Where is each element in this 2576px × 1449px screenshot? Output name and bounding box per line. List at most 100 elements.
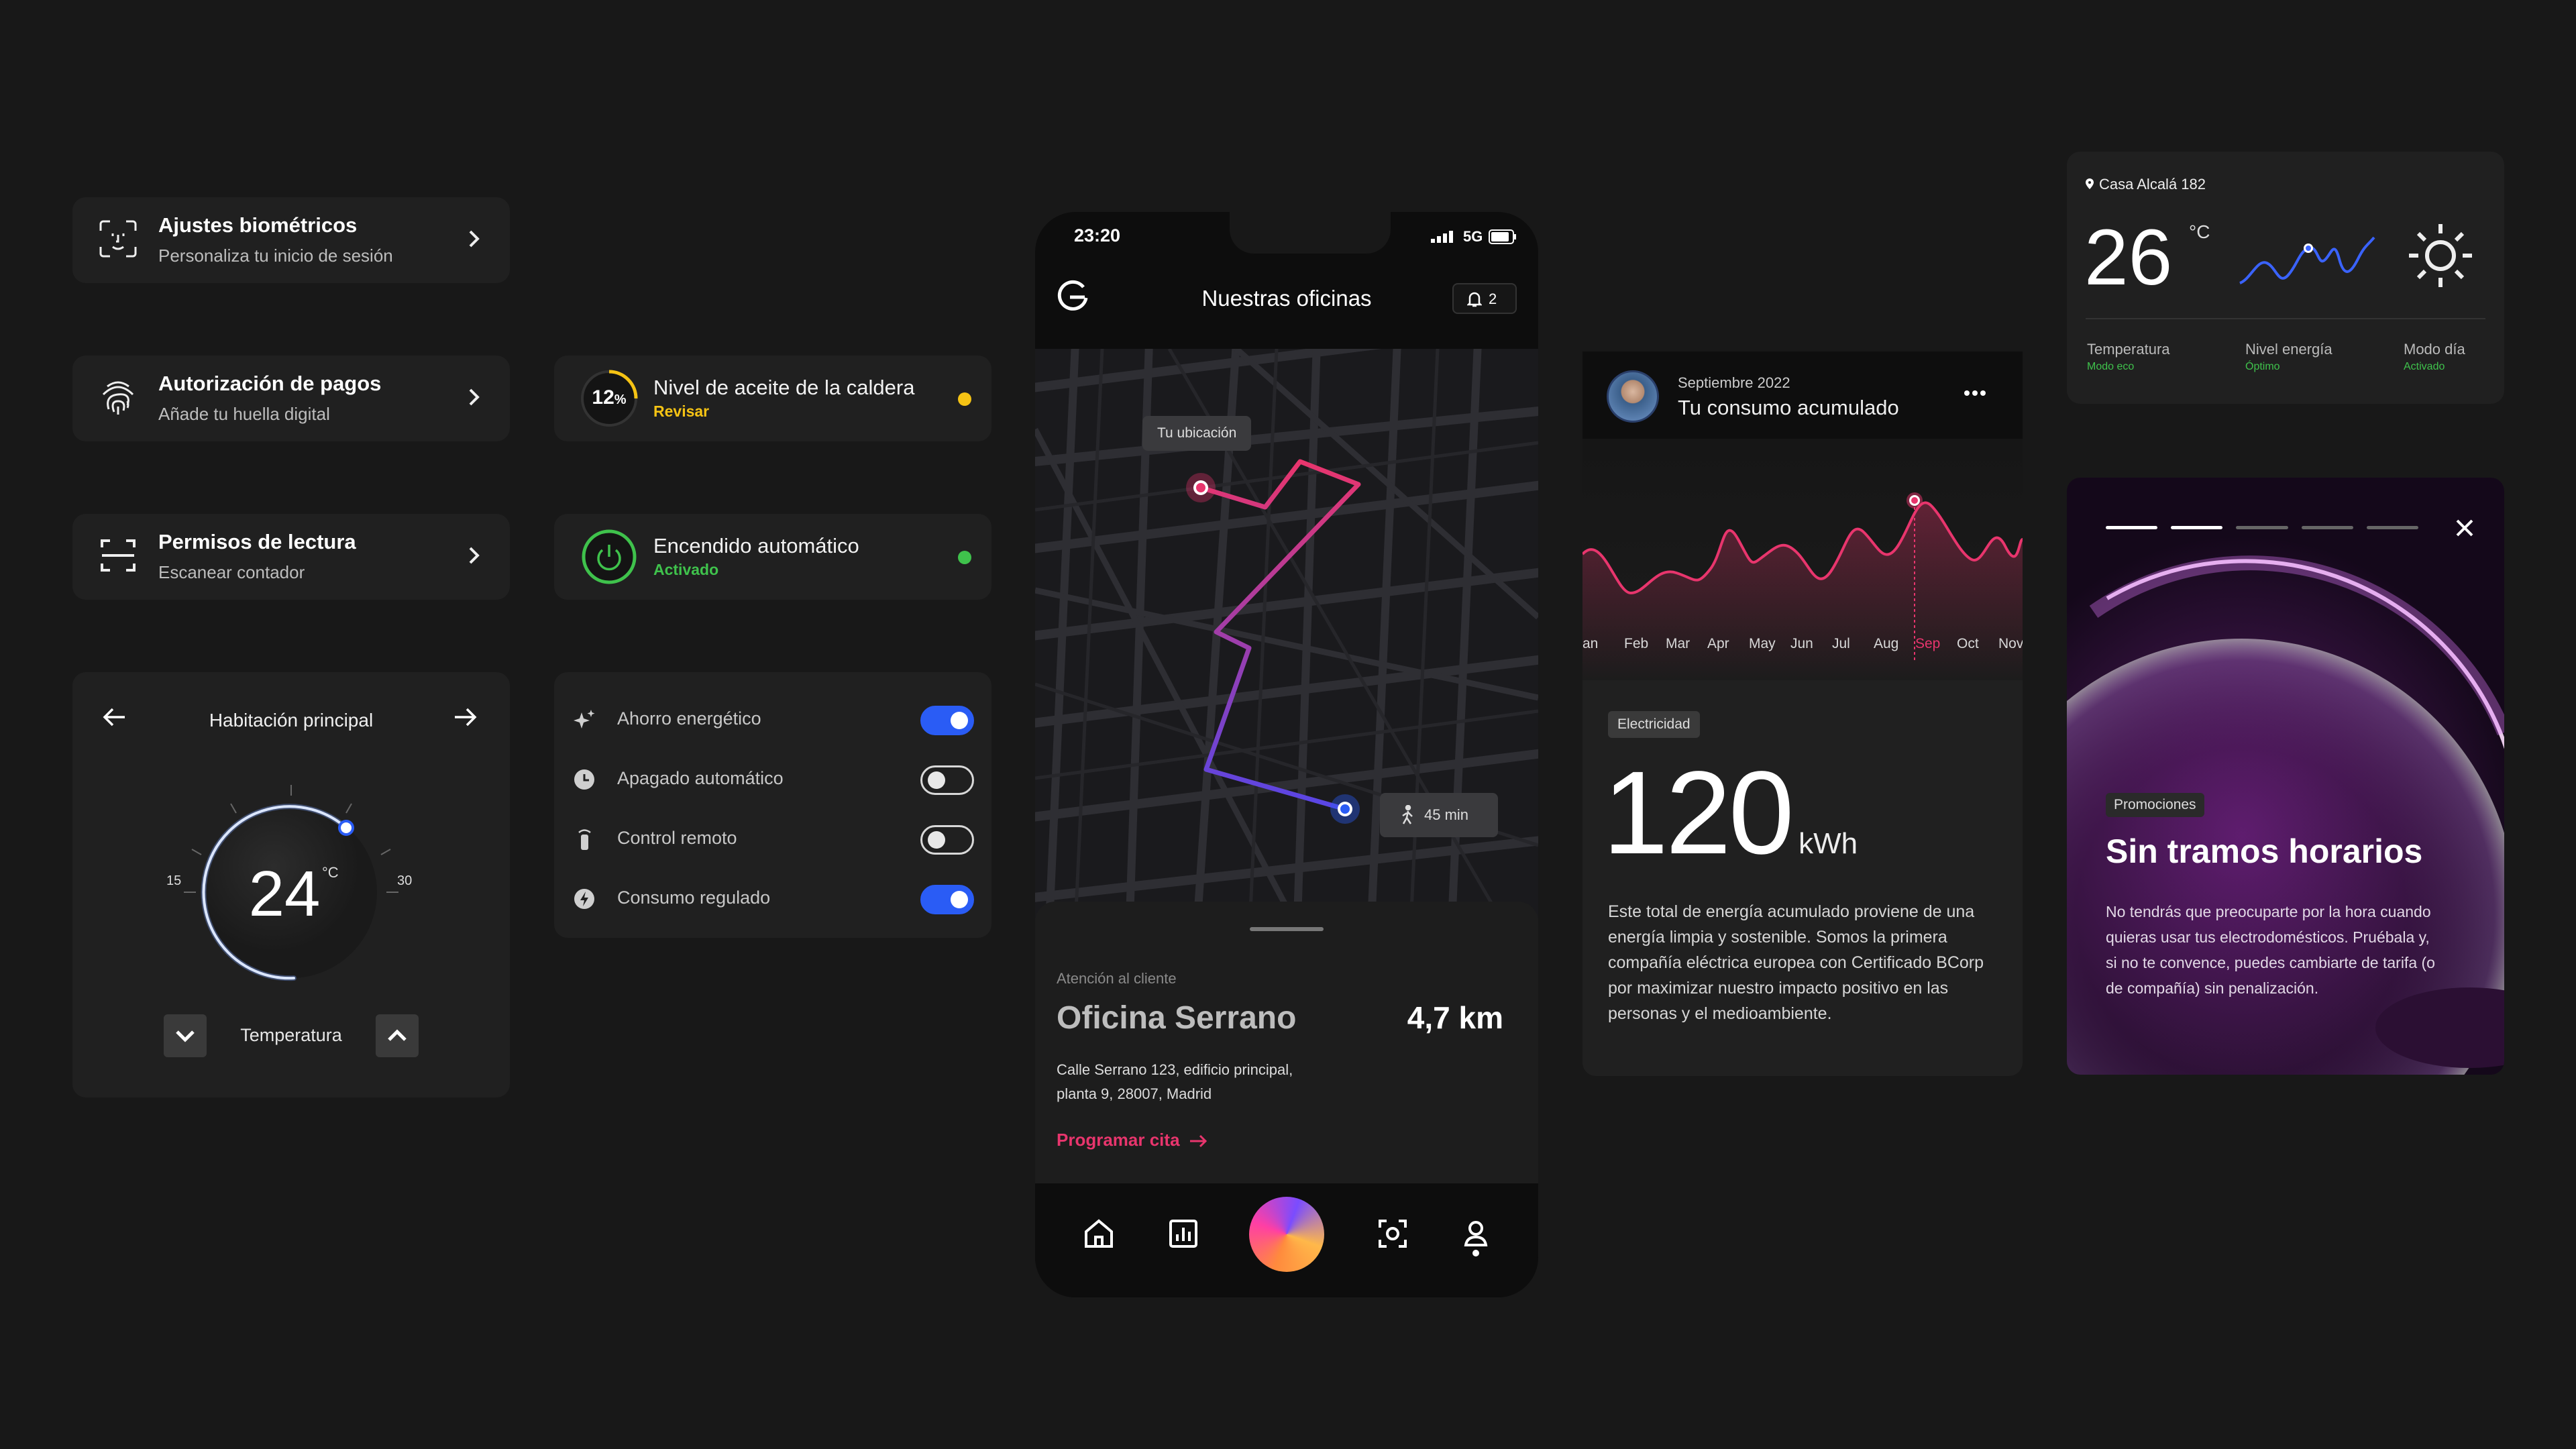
settings-item-subtitle: Escanear contador [158,562,305,582]
room-title: Habitación principal [209,710,374,731]
toggle-switch[interactable] [920,765,974,795]
story-progress-segment [2366,526,2418,529]
eta-value: 45 min [1424,806,1469,823]
weather-stat-value: Modo eco [2087,361,2135,372]
sparkle-icon [573,708,596,731]
bolt-icon [573,888,596,910]
schedule-appointment-link[interactable]: Programar cita [1057,1130,1209,1150]
status-time: 23:20 [1074,225,1121,246]
thermostat-card: Habitación principal 24 °C 15 30 Tempera… [72,672,510,1097]
tab-home[interactable] [1075,1210,1122,1257]
tab-stats[interactable] [1160,1210,1207,1257]
map[interactable]: Tu ubicación 45 min [1035,349,1538,926]
toggle-switch[interactable] [920,885,974,914]
tab-scan[interactable] [1369,1210,1416,1257]
month-label[interactable]: Aug [1874,636,1898,652]
month-label[interactable]: Mar [1666,636,1690,652]
chevron-right-icon [466,385,483,409]
toggle-label: Apagado automático [617,768,784,788]
pin-icon [2086,178,2094,189]
avatar[interactable] [1607,370,1659,423]
thermostat-label: Temperatura [240,1025,342,1045]
status-dot-green [958,551,971,564]
user-icon [1464,1221,1488,1256]
oil-level-value: 12 [592,386,614,409]
promo-card[interactable]: Promociones Sin tramos horarios No tendr… [2067,478,2504,1075]
oil-level-unit: % [614,392,627,407]
toggle-switch[interactable] [920,825,974,855]
link-label: Programar cita [1057,1130,1180,1150]
story-progress-segment [2171,526,2223,529]
notifications-button[interactable]: 2 [1452,283,1517,314]
settings-item-title: Permisos de lectura [158,530,356,553]
status-auto-on[interactable]: Encendido automático Activado [554,514,991,600]
settings-item-subtitle: Añade tu huella digital [158,404,330,424]
promo-body: No tendrás que preocuparte por la hora c… [2106,903,2435,997]
eta-badge: 45 min [1380,793,1498,837]
tab-profile[interactable] [1452,1210,1499,1257]
more-options-icon[interactable] [1964,389,1986,397]
settings-item-subtitle: Personaliza tu inicio de sesión [158,246,393,266]
month-label[interactable]: Sep [1915,636,1940,652]
dial-max-label: 30 [397,873,413,888]
location-tooltip: Tu ubicación [1142,416,1252,451]
address-line: Calle Serrano 123, edificio principal, [1057,1061,1293,1078]
consumption-date: Septiembre 2022 [1678,374,1790,391]
increase-button[interactable] [376,1014,419,1057]
toggle-row: Apagado automático [554,757,997,798]
weather-stat-label: Nivel energía [2245,341,2332,358]
phone-frame: 23:20 5G Nuestras oficinas 2 Tu ubicació… [1035,212,1538,1297]
month-label[interactable]: Jul [1832,636,1850,652]
month-axis: an Feb Mar Apr May Jun Jul Aug Sep Oct Nov [1582,636,2023,663]
assistant-orb-button[interactable] [1249,1197,1324,1272]
arrow-right-icon[interactable] [453,707,478,727]
settings-item-biometrics[interactable]: Ajustes biométricos Personaliza tu inici… [72,197,510,283]
month-label[interactable]: an [1582,636,1598,652]
weather-unit: °C [2189,221,2210,242]
status-title: Encendido automático [653,534,859,557]
consumption-unit: kWh [1799,827,1858,860]
weather-trend-chart [2237,219,2378,292]
chevron-right-icon [466,543,483,568]
weather-stat: Temperatura Modo eco [2087,341,2170,373]
oil-level-gauge: 12% [580,369,639,428]
story-progress-segment [2236,526,2288,529]
month-label[interactable]: Jun [1790,636,1813,652]
weather-temp: 26 [2084,213,2173,302]
sheet-handle[interactable] [1250,927,1324,931]
consumption-card: Septiembre 2022 Tu consumo acumulado an F… [1582,352,2023,1076]
bell-icon [1467,292,1482,307]
settings-item-payments[interactable]: Autorización de pagos Añade tu huella di… [72,356,510,441]
toggle-row: Consumo regulado [554,877,997,917]
category-tag: Electricidad [1608,711,1700,738]
thermostat-value: 24 [248,858,321,930]
weather-stat-label: Temperatura [2087,341,2170,358]
office-distance: 4,7 km [1407,1000,1503,1035]
month-label[interactable]: Nov [1998,636,2023,652]
month-label[interactable]: Oct [1957,636,1979,652]
month-label[interactable]: May [1749,636,1776,652]
status-boiler-oil[interactable]: 12% Nivel de aceite de la caldera Revisa… [554,356,991,441]
toggle-switch[interactable] [920,706,974,735]
weather-stat: Nivel energía Óptimo [2245,341,2332,373]
consumption-description: Este total de energía acumulado proviene… [1608,902,1984,1023]
phone-notch [1230,212,1391,254]
fingerprint-icon [98,377,138,417]
status-title: Nivel de aceite de la caldera [653,376,915,399]
scan-icon [98,535,138,576]
consumption-total: 120 kWh [1603,754,1858,872]
toggle-label: Consumo regulado [617,888,771,908]
settings-item-reading[interactable]: Permisos de lectura Escanear contador [72,514,510,600]
home-icon [1085,1219,1113,1248]
status-dot-yellow [958,392,971,406]
office-sheet: Atención al cliente Oficina Serrano 4,7 … [1035,902,1538,1183]
story-progress-segment [2301,526,2353,529]
month-label[interactable]: Feb [1624,636,1648,652]
signal-icon [1431,231,1455,243]
toggle-label: Ahorro energético [617,708,761,729]
thermostat-dial[interactable]: 24 °C [170,771,412,1013]
weather-location: Casa Alcalá 182 [2099,176,2206,193]
network-label: 5G [1463,228,1483,245]
close-icon[interactable] [2453,517,2476,539]
month-label[interactable]: Apr [1707,636,1729,652]
